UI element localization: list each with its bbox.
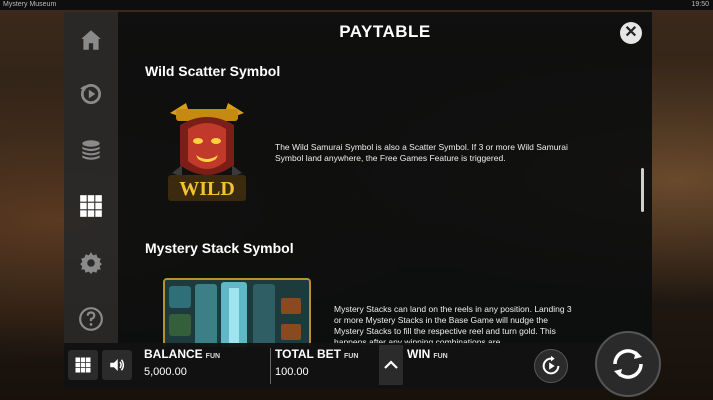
mystery-stack-image — [163, 278, 311, 347]
balance-unit: FUN — [205, 353, 221, 360]
settings-button[interactable] — [64, 245, 118, 281]
mystery-stack-reels — [165, 280, 309, 347]
bottom-bar: BALANCE FUN 5,000.00 TOTAL BET FUN 100.00 … — [64, 331, 661, 397]
bet-settings-button[interactable] — [64, 132, 118, 168]
close-icon: ✕ — [624, 24, 638, 41]
settings-gear-icon — [80, 252, 102, 274]
autoplay-quick-button[interactable] — [534, 349, 568, 383]
wild-scatter-heading: Wild Scatter Symbol — [145, 63, 281, 79]
panel-title: PAYTABLE — [339, 22, 431, 41]
win-unit: FUN — [433, 353, 448, 360]
scrollbar-thumb[interactable] — [641, 168, 644, 212]
paytable-panel: PAYTABLE ✕ Wild Scatter Symbol WILD The … — [118, 12, 652, 347]
wild-symbol-text: WILD — [179, 178, 235, 200]
bet-up-button[interactable] — [379, 345, 403, 385]
close-button[interactable]: ✕ — [620, 22, 642, 44]
balance-label: BALANCE FUN — [144, 347, 220, 361]
help-button[interactable] — [64, 301, 118, 337]
balance-label-text: BALANCE — [144, 347, 203, 361]
mystery-stack-heading: Mystery Stack Symbol — [145, 240, 294, 256]
coins-icon — [82, 140, 100, 160]
home-button[interactable] — [64, 22, 118, 58]
speaker-icon — [110, 359, 125, 371]
menu-grid-button[interactable] — [68, 350, 98, 380]
help-icon — [79, 307, 103, 331]
divider — [270, 348, 271, 384]
spin-arrows-icon — [613, 349, 643, 379]
wild-samurai-symbol: WILD — [168, 103, 246, 201]
home-icon — [81, 30, 101, 50]
chevron-up-icon — [384, 360, 398, 369]
clock: 19:50 — [691, 1, 709, 8]
spin-button[interactable] — [595, 331, 661, 397]
window-title: Mystery Museum — [3, 1, 57, 8]
total-bet-unit: FUN — [344, 353, 359, 360]
sound-button[interactable] — [102, 350, 132, 380]
total-bet-value: 100.00 — [275, 366, 309, 378]
menu-grid-icon — [75, 357, 91, 373]
total-bet-label-text: TOTAL BET — [275, 347, 341, 361]
win-label: WIN FUN — [407, 347, 448, 361]
paytable-grid-icon — [80, 195, 102, 217]
autoplay-button[interactable] — [64, 76, 118, 112]
window-titlebar: Mystery Museum 19:50 — [0, 0, 713, 10]
paytable-button[interactable] — [64, 188, 118, 224]
balance-value: 5,000.00 — [144, 366, 187, 378]
wild-scatter-description: The Wild Samurai Symbol is also a Scatte… — [275, 142, 568, 163]
win-label-text: WIN — [407, 347, 431, 361]
autoplay-history-icon — [80, 83, 102, 105]
mystery-stack-description: Mystery Stacks can land on the reels in … — [334, 304, 572, 347]
autoplay-icon — [542, 355, 560, 375]
total-bet-label: TOTAL BET FUN — [275, 347, 358, 361]
side-nav — [64, 12, 118, 347]
